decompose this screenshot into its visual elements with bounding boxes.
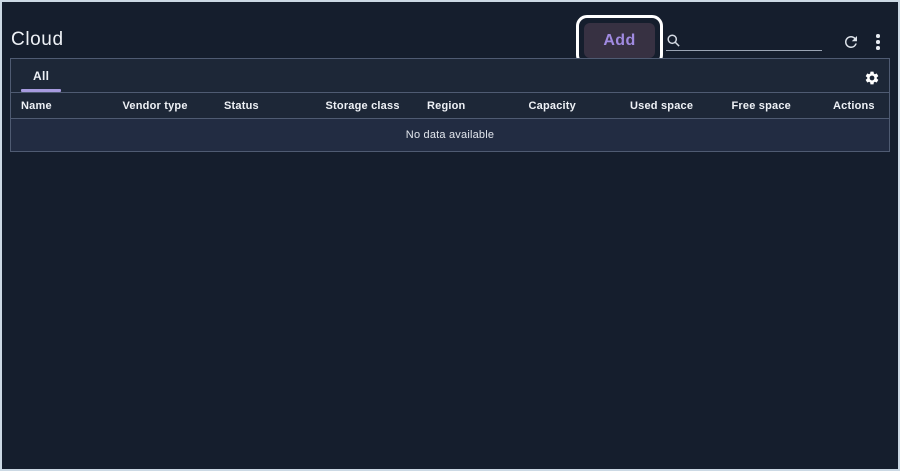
column-header-storage-class[interactable]: Storage class bbox=[316, 100, 418, 112]
search-field[interactable] bbox=[666, 32, 822, 51]
column-header-free-space[interactable]: Free space bbox=[722, 100, 824, 112]
refresh-button[interactable] bbox=[840, 31, 862, 53]
content-card: All NameVendor typeStatusStorage classRe… bbox=[10, 58, 890, 152]
table-empty-row: No data available bbox=[11, 119, 889, 151]
gear-icon bbox=[864, 70, 880, 86]
tab-all-label: All bbox=[33, 69, 49, 83]
table-header-row: NameVendor typeStatusStorage classRegion… bbox=[11, 93, 889, 119]
tab-all[interactable]: All bbox=[11, 59, 71, 92]
column-header-capacity[interactable]: Capacity bbox=[519, 100, 621, 112]
column-header-region[interactable]: Region bbox=[417, 100, 519, 112]
refresh-icon bbox=[842, 33, 860, 51]
empty-message: No data available bbox=[406, 129, 494, 141]
active-tab-indicator bbox=[21, 89, 61, 92]
add-button[interactable]: Add bbox=[584, 23, 655, 58]
table-settings-button[interactable] bbox=[863, 69, 881, 87]
top-bar: Cloud Add bbox=[2, 2, 898, 58]
column-header-status[interactable]: Status bbox=[214, 100, 316, 112]
page-title: Cloud bbox=[11, 29, 64, 51]
search-icon bbox=[666, 33, 681, 48]
column-header-actions[interactable]: Actions bbox=[823, 100, 889, 112]
search-input[interactable] bbox=[684, 33, 822, 47]
column-header-used-space[interactable]: Used space bbox=[620, 100, 722, 112]
app-window: Cloud Add bbox=[0, 0, 900, 471]
column-header-name[interactable]: Name bbox=[11, 100, 113, 112]
column-header-vendor-type[interactable]: Vendor type bbox=[113, 100, 215, 112]
kebab-menu-button[interactable] bbox=[869, 31, 887, 53]
tab-bar: All bbox=[11, 59, 889, 93]
kebab-menu-icon bbox=[876, 34, 880, 50]
